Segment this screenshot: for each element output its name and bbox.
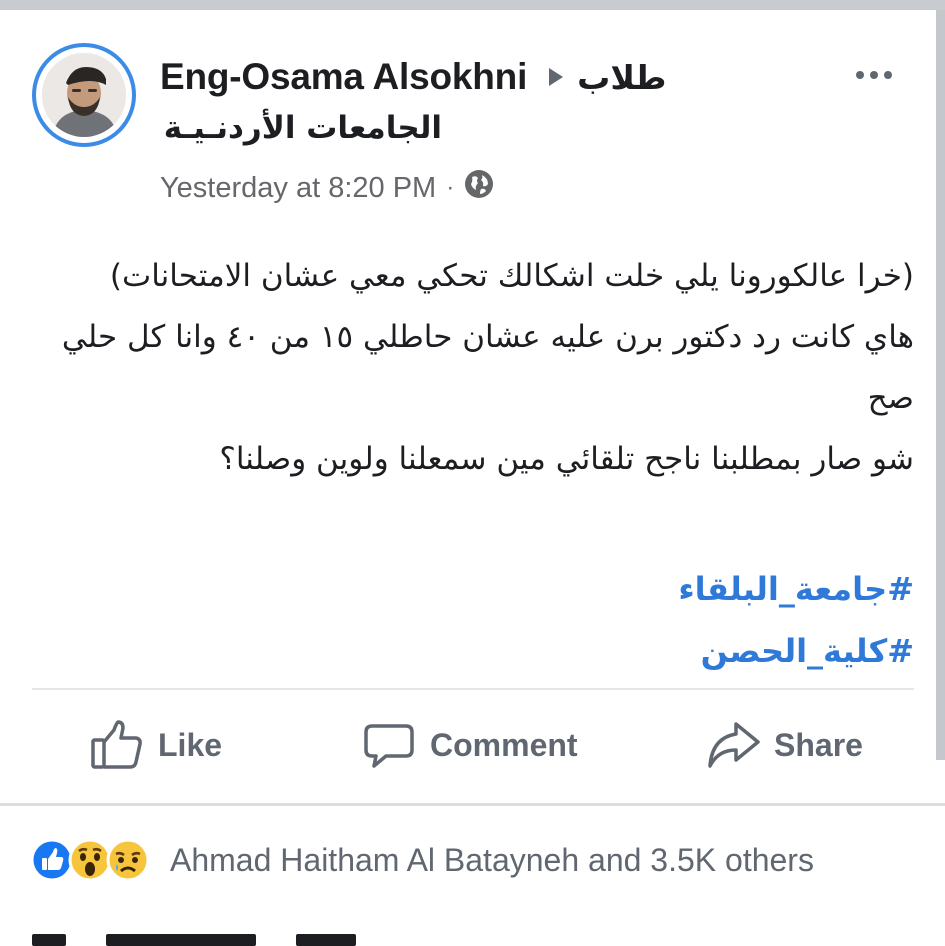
post-text-line: هاي كانت رد دكتور برن عليه عشان حاطلي ١٥… (61, 319, 914, 416)
group-name-continued[interactable]: الجامعات الأردنـيـة (160, 110, 442, 146)
comment-icon (362, 718, 416, 772)
post-text-line: (خرا عالكورونا يلي خلت اشكالك تحكي معي ع… (109, 258, 914, 294)
comment-label: Comment (430, 726, 578, 763)
globe-icon[interactable] (464, 169, 494, 207)
arrow-right-icon (547, 67, 565, 87)
post-text-line: شو صار بمطلبنا ناجح تلقائي مين سمعلنا ول… (219, 441, 914, 477)
share-button[interactable]: Share (706, 715, 863, 775)
sad-reaction-icon (106, 838, 150, 882)
section-divider (0, 803, 945, 806)
hashtag-link[interactable]: #كلية_الحصن (26, 620, 914, 682)
divider (32, 688, 914, 690)
post-text: (خرا عالكورونا يلي خلت اشكالك تحكي معي ع… (26, 246, 914, 490)
more-options-button[interactable] (848, 60, 900, 90)
reaction-icons (30, 838, 150, 882)
share-label: Share (774, 726, 863, 763)
group-name[interactable]: طلاب (577, 58, 666, 97)
profile-photo (42, 53, 126, 137)
thumbs-up-icon (90, 718, 144, 772)
comment-button[interactable]: Comment (362, 715, 578, 775)
cropped-next-line (32, 934, 432, 946)
scrollbar[interactable] (936, 10, 945, 760)
meta-separator: · (446, 174, 455, 201)
more-options-icon (856, 71, 864, 79)
more-options-icon (884, 71, 892, 79)
post-meta: Yesterday at 8:20 PM · (160, 168, 494, 208)
hashtag-link[interactable]: #جامعة_البلقاء (26, 558, 914, 620)
profile-photo-graphic (42, 53, 126, 137)
like-label: Like (158, 726, 223, 763)
more-options-icon (870, 71, 878, 79)
post-card: Eng-Osama Alsokhni طلاب الجامعات الأردنـ… (0, 10, 936, 805)
hashtags: #جامعة_البلقاء #كلية_الحصن (26, 558, 914, 682)
reaction-summary[interactable]: Ahmad Haitham Al Batayneh and 3.5K other… (170, 842, 814, 879)
avatar[interactable] (32, 43, 136, 147)
reactions-bar[interactable]: Ahmad Haitham Al Batayneh and 3.5K other… (30, 835, 814, 885)
author-name[interactable]: Eng-Osama Alsokhni (160, 56, 527, 98)
share-icon (706, 718, 760, 772)
timestamp[interactable]: Yesterday at 8:20 PM (160, 172, 436, 205)
like-button[interactable]: Like (90, 715, 222, 775)
top-shade (0, 0, 945, 10)
author-line: Eng-Osama Alsokhni طلاب (160, 52, 666, 102)
